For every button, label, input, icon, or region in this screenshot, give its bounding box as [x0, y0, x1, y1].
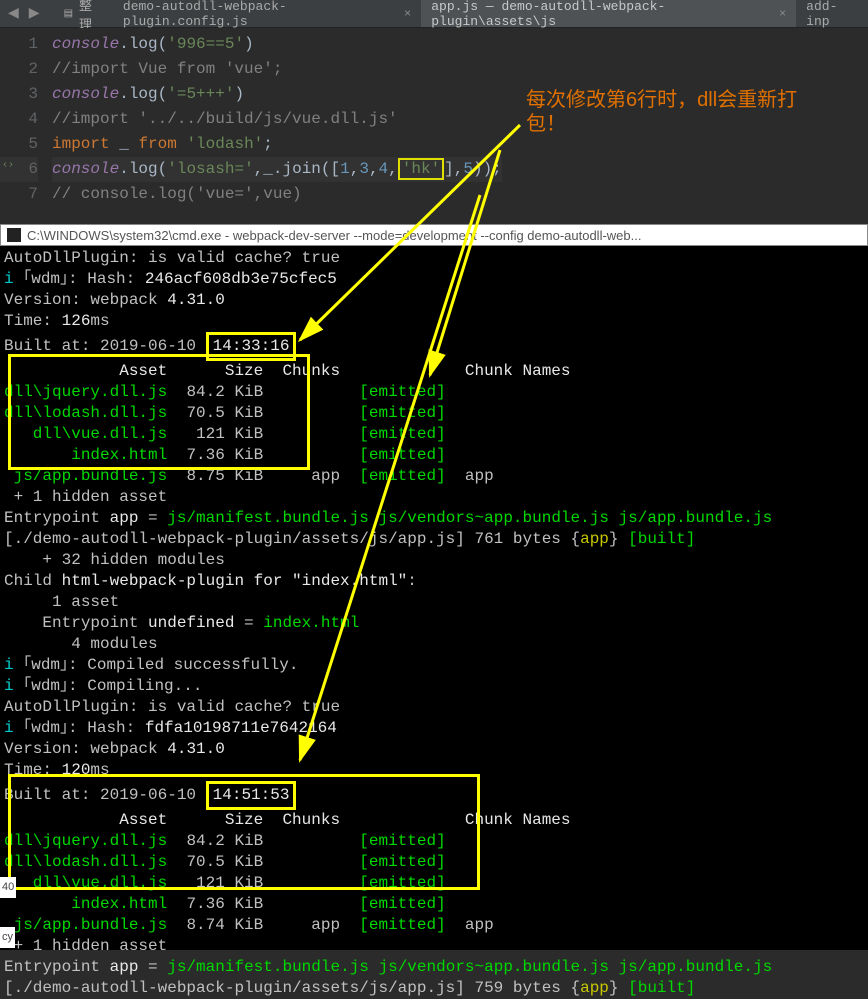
- close-icon[interactable]: ×: [404, 7, 411, 21]
- terminal-title-text: C:\WINDOWS\system32\cmd.exe - webpack-de…: [27, 228, 641, 243]
- annotation-text: 每次修改第6行时，dll会重新打 包！: [526, 88, 797, 136]
- timestamp-2-box: 14:51:53: [206, 781, 297, 810]
- code-editor[interactable]: ‹› 1 2 3 4 5 6 7 console.log('996==5') /…: [0, 28, 868, 224]
- tab-file-3[interactable]: add-inp: [796, 0, 868, 27]
- ide-tab-bar: ◀ ▶ ▤ 整理 demo-autodll-webpack-plugin.con…: [0, 0, 868, 28]
- tab-file-0[interactable]: ▤ 整理: [54, 0, 113, 27]
- tab-file-2-active[interactable]: app.js — demo-autodll-webpack-plugin\ass…: [421, 0, 796, 27]
- cmd-icon: [7, 228, 21, 242]
- close-icon[interactable]: ×: [779, 7, 786, 21]
- file-icon: ▤: [64, 8, 73, 20]
- nav-fwd-icon[interactable]: ▶: [29, 5, 40, 22]
- left-badge-40: 40: [0, 877, 16, 898]
- tab-label: add-inp: [806, 0, 858, 29]
- left-badge-cy: cy: [0, 927, 15, 948]
- terminal-output[interactable]: AutoDllPlugin: is valid cache? true i ｢w…: [0, 246, 868, 950]
- line-gutter: 1 2 3 4 5 6 7: [0, 32, 52, 224]
- timestamp-1-box: 14:33:16: [206, 332, 297, 361]
- highlighted-segment: 'hk': [398, 158, 444, 180]
- tab-label: demo-autodll-webpack-plugin.config.js: [123, 0, 396, 29]
- tab-label: app.js — demo-autodll-webpack-plugin\ass…: [431, 0, 771, 29]
- nav-back-icon[interactable]: ◀: [8, 5, 19, 22]
- terminal-titlebar[interactable]: C:\WINDOWS\system32\cmd.exe - webpack-de…: [0, 224, 868, 246]
- tab-file-1[interactable]: demo-autodll-webpack-plugin.config.js ×: [113, 0, 421, 27]
- code-content[interactable]: console.log('996==5') //import Vue from …: [52, 32, 502, 224]
- gutter-indicator-icon: ‹›: [2, 160, 14, 171]
